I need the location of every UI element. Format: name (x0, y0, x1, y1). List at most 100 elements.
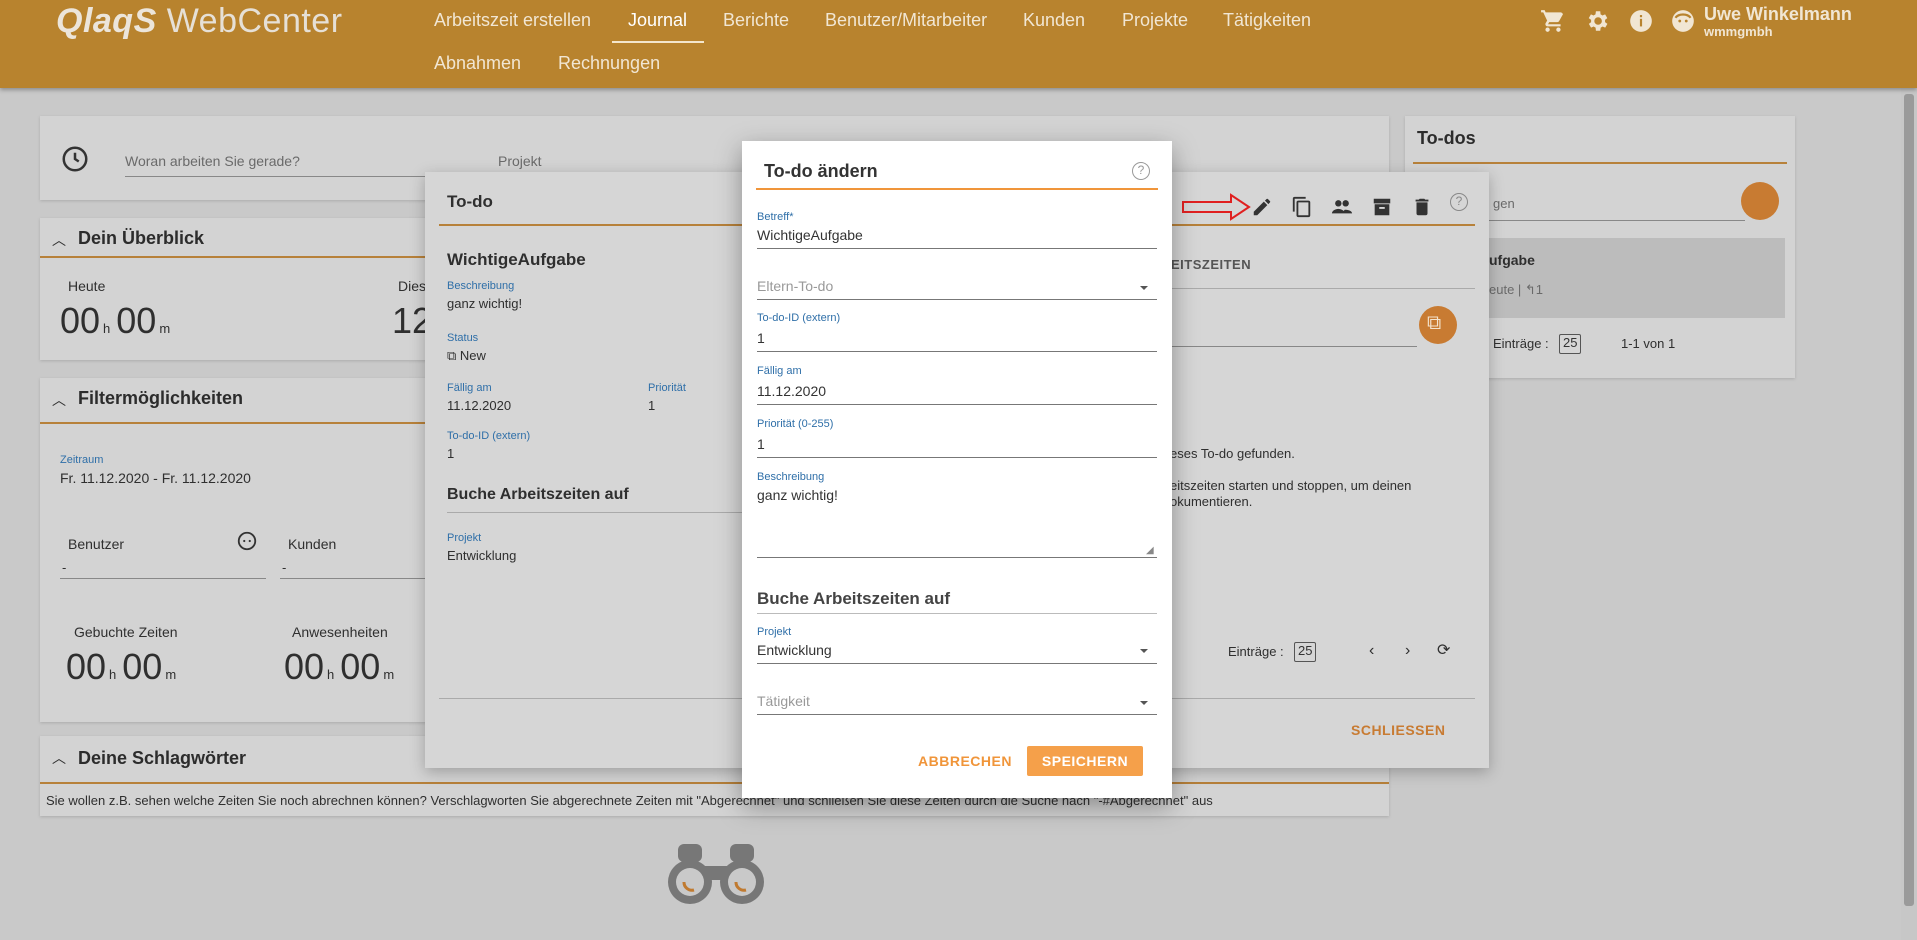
help-icon[interactable]: ? (1132, 162, 1150, 180)
desc-textarea[interactable]: ganz wichtig! (757, 487, 838, 503)
nav-item-kunden[interactable]: Kunden (1023, 10, 1085, 31)
activity-line (757, 714, 1157, 715)
prev-page-icon[interactable]: ‹ (1369, 642, 1374, 660)
chevron-down-icon[interactable] (1140, 649, 1148, 653)
nav-item-arbeitszeit-erstellen[interactable]: Arbeitszeit erstellen (434, 10, 591, 31)
prio-value: 1 (648, 398, 656, 413)
nav-item-projekte[interactable]: Projekte (1122, 10, 1188, 31)
user-org: wmmgmbh (1704, 24, 1773, 39)
tracker-project-select[interactable]: Projekt (498, 153, 542, 169)
nav-item-rechnungen[interactable]: Rechnungen (558, 53, 660, 74)
overview-panel: ︿ Dein Überblick Heute 00 h 00 m Dies 12 (40, 218, 460, 360)
ext-id-value: 1 (447, 446, 455, 461)
binoculars-icon (668, 844, 764, 904)
desc-value: ganz wichtig! (447, 296, 523, 311)
booked-label: Gebuchte Zeiten (74, 624, 178, 640)
range-input[interactable]: Fr. 11.12.2020 - Fr. 11.12.2020 (60, 470, 251, 486)
users-label: Benutzer (68, 536, 125, 552)
edit-icon[interactable] (1251, 196, 1273, 218)
resize-handle-icon[interactable]: ◢ (1146, 545, 1154, 556)
keywords-title: Deine Schlagwörter (78, 748, 247, 768)
todo-dialog-title: To-do (447, 192, 493, 211)
hint-line-1: eitszeiten starten und stoppen, um deine… (1170, 478, 1412, 493)
refresh-icon[interactable]: ⟳ (1437, 640, 1450, 660)
customers-select[interactable]: - (282, 560, 286, 575)
edit-todo-modal: To-do ändern ? Betreff* WichtigeAufgabe … (742, 141, 1172, 798)
users-select[interactable]: - (62, 560, 66, 575)
due-value: 11.12.2020 (447, 398, 512, 413)
modal-title-underline (756, 188, 1158, 190)
due-input[interactable]: 11.12.2020 (757, 383, 826, 399)
week-label: Dies (398, 278, 427, 294)
avatar-icon[interactable] (1670, 8, 1696, 34)
tab-arbeitszeiten[interactable]: EITSZEITEN (1171, 257, 1251, 272)
app-logo[interactable]: QlaqS WebCenter (56, 2, 343, 41)
collapse-chevron-icon[interactable]: ︿ (52, 748, 66, 768)
subject-line (757, 248, 1157, 249)
parent-todo-select[interactable]: Eltern-To-do (757, 278, 833, 294)
nav-item-benutzer[interactable]: Benutzer/Mitarbeiter (825, 10, 987, 31)
user-name[interactable]: Uwe Winkelmann (1704, 4, 1852, 25)
ext-id-label: To-do-ID (extern) (757, 312, 841, 324)
tracker-input[interactable]: Woran arbeiten Sie gerade? (125, 153, 300, 169)
todo-dialog-underline-right (1155, 224, 1475, 226)
status-label: Status (447, 332, 479, 344)
status-open-icon: ⧉ (447, 348, 460, 363)
close-button[interactable]: SCHLIESSEN (1351, 722, 1445, 738)
booked-time: 00 h 00 m (66, 646, 177, 687)
todos-underline (1413, 162, 1787, 164)
nav-item-taetigkeiten[interactable]: Tätigkeiten (1223, 10, 1311, 31)
nav-item-abnahmen[interactable]: Abnahmen (434, 53, 521, 74)
people-icon[interactable] (1331, 196, 1353, 218)
todo-item-title: ufgabe (1489, 252, 1535, 268)
users-select-line (60, 578, 266, 579)
todo-list-item[interactable] (1485, 238, 1785, 318)
no-results-text: eses To-do gefunden. (1170, 446, 1295, 461)
collapse-chevron-icon[interactable]: ︿ (52, 390, 66, 410)
customers-label: Kunden (288, 536, 337, 552)
delete-icon[interactable] (1411, 196, 1433, 218)
subject-label: Betreff* (757, 211, 794, 223)
filter-title: Filtermöglichkeiten (78, 388, 244, 408)
entries-select[interactable]: 25 (1559, 334, 1582, 354)
ext-id-label: To-do-ID (extern) (447, 430, 531, 442)
due-label: Fällig am (757, 365, 802, 377)
prio-line (757, 457, 1157, 458)
todo-name: WichtigeAufgabe (447, 250, 586, 269)
collapse-chevron-icon[interactable]: ︿ (52, 230, 66, 250)
book-divider (757, 613, 1157, 614)
next-page-icon[interactable]: › (1405, 642, 1410, 660)
archive-icon[interactable] (1371, 196, 1393, 218)
chevron-down-icon[interactable] (1140, 286, 1148, 290)
entries-select[interactable]: 25 (1294, 642, 1317, 662)
chevron-down-icon[interactable] (1140, 701, 1148, 705)
nav-item-berichte[interactable]: Berichte (723, 10, 789, 31)
todos-search-input[interactable]: gen (1493, 196, 1515, 211)
hint-line-2: okumentieren. (1170, 494, 1253, 509)
open-external-icon: ⧉ (1427, 312, 1442, 334)
save-button[interactable]: SPEICHERN (1027, 746, 1143, 776)
nav-item-journal[interactable]: Journal (628, 10, 687, 31)
book-project-label: Projekt (447, 532, 482, 544)
todo-dialog-underline (439, 224, 745, 226)
todos-search-line (1485, 220, 1745, 221)
project-select[interactable]: Entwicklung (757, 642, 832, 658)
face-icon[interactable] (236, 530, 258, 552)
activity-select[interactable]: Tätigkeit (757, 693, 810, 709)
help-icon[interactable]: ? (1450, 193, 1468, 211)
entries-label: Einträge : (1228, 644, 1284, 659)
scroll-thumb[interactable] (1904, 94, 1914, 906)
subject-input[interactable]: WichtigeAufgabe (757, 227, 863, 243)
gear-icon[interactable] (1584, 8, 1610, 34)
cancel-button[interactable]: ABBRECHEN (912, 746, 1012, 776)
desc-label: Beschreibung (447, 280, 515, 292)
overview-title: Dein Überblick (78, 228, 205, 248)
presence-time: 00 h 00 m (284, 646, 395, 687)
page-scrollbar[interactable] (1901, 88, 1917, 940)
open-external-button[interactable] (1741, 182, 1779, 220)
prio-input[interactable]: 1 (757, 436, 765, 452)
ext-id-input[interactable]: 1 (757, 330, 765, 346)
info-icon[interactable] (1628, 8, 1654, 34)
cart-icon[interactable] (1540, 8, 1566, 34)
copy-icon[interactable] (1291, 196, 1313, 218)
